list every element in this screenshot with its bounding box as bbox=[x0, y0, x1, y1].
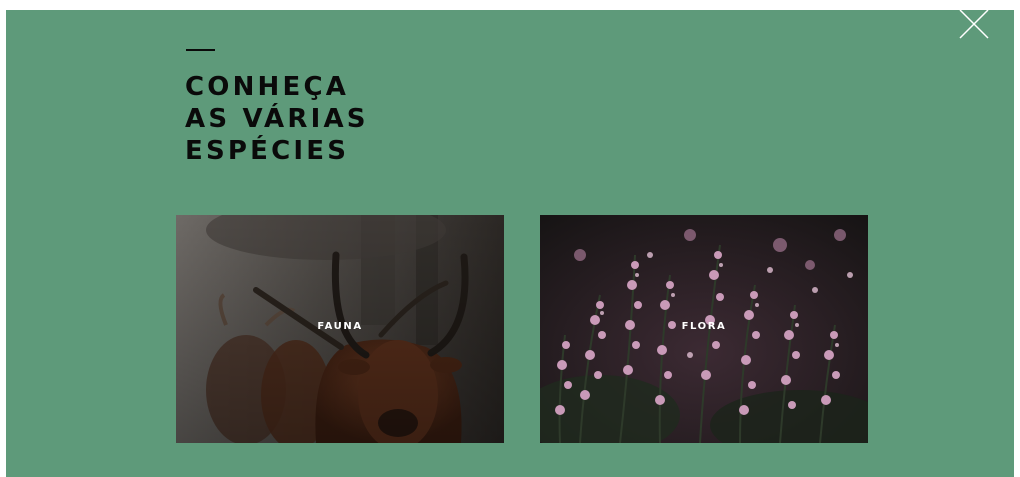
page-title: CONHEÇA AS VÁRIAS ESPÉCIES bbox=[185, 71, 485, 167]
close-button[interactable] bbox=[956, 10, 992, 40]
title-line-1: CONHEÇA bbox=[185, 72, 350, 102]
flora-label: FLORA bbox=[681, 320, 727, 332]
title-line-3: ESPÉCIES bbox=[185, 136, 350, 166]
close-icon bbox=[959, 10, 989, 39]
fauna-label: FAUNA bbox=[317, 320, 363, 332]
title-accent-rule bbox=[186, 49, 215, 51]
species-modal: CONHEÇA AS VÁRIAS ESPÉCIES FAUNA FLORA bbox=[6, 10, 1014, 477]
title-line-2: AS VÁRIAS bbox=[185, 104, 369, 134]
flora-card[interactable]: FLORA bbox=[540, 215, 868, 443]
fauna-card[interactable]: FAUNA bbox=[176, 215, 504, 443]
